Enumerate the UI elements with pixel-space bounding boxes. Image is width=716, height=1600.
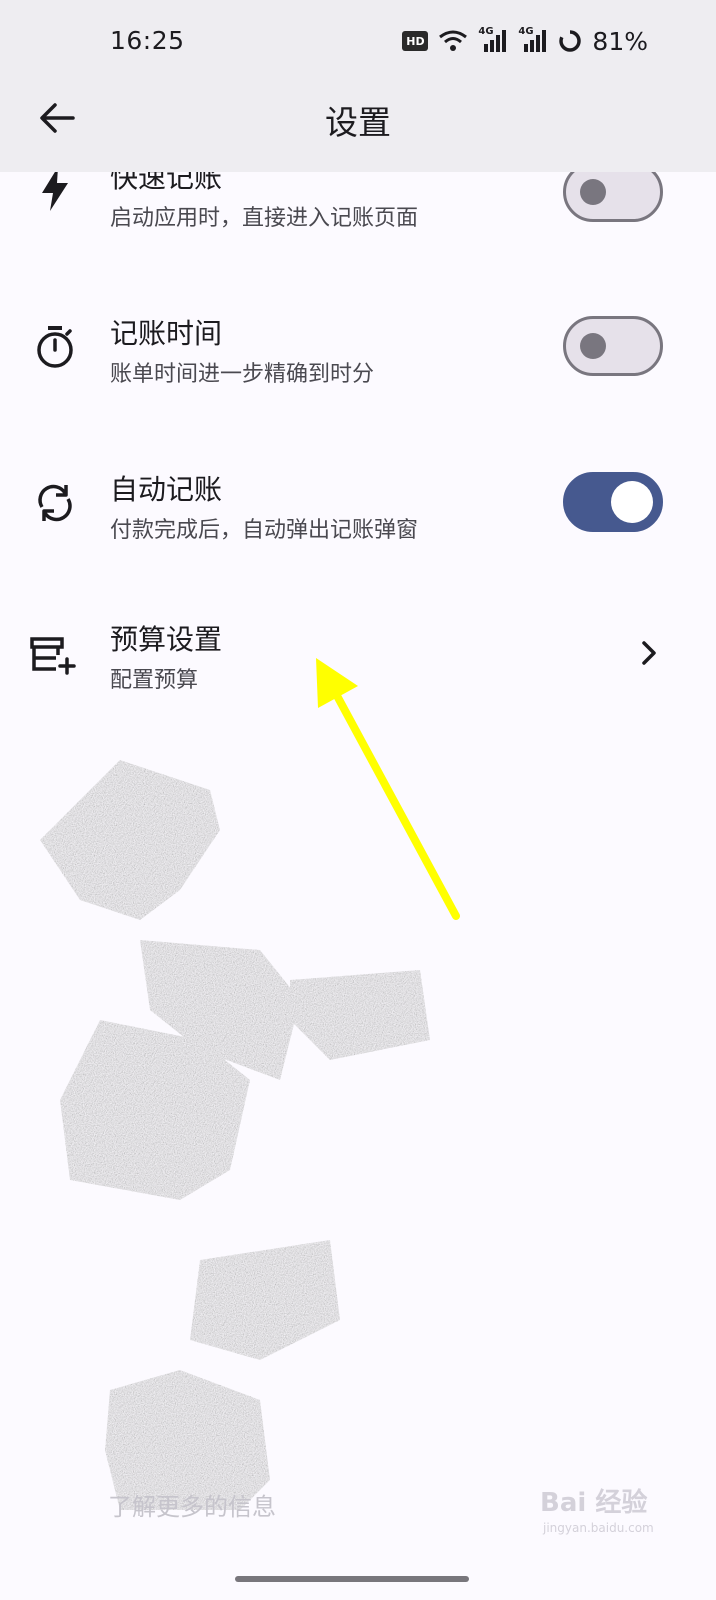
annotation-arrow xyxy=(316,658,460,920)
baidu-watermark-sub: jingyan.baidu.com xyxy=(543,1521,654,1535)
home-indicator[interactable] xyxy=(235,1576,469,1582)
baidu-watermark: Bai 经验 xyxy=(540,1488,648,1518)
